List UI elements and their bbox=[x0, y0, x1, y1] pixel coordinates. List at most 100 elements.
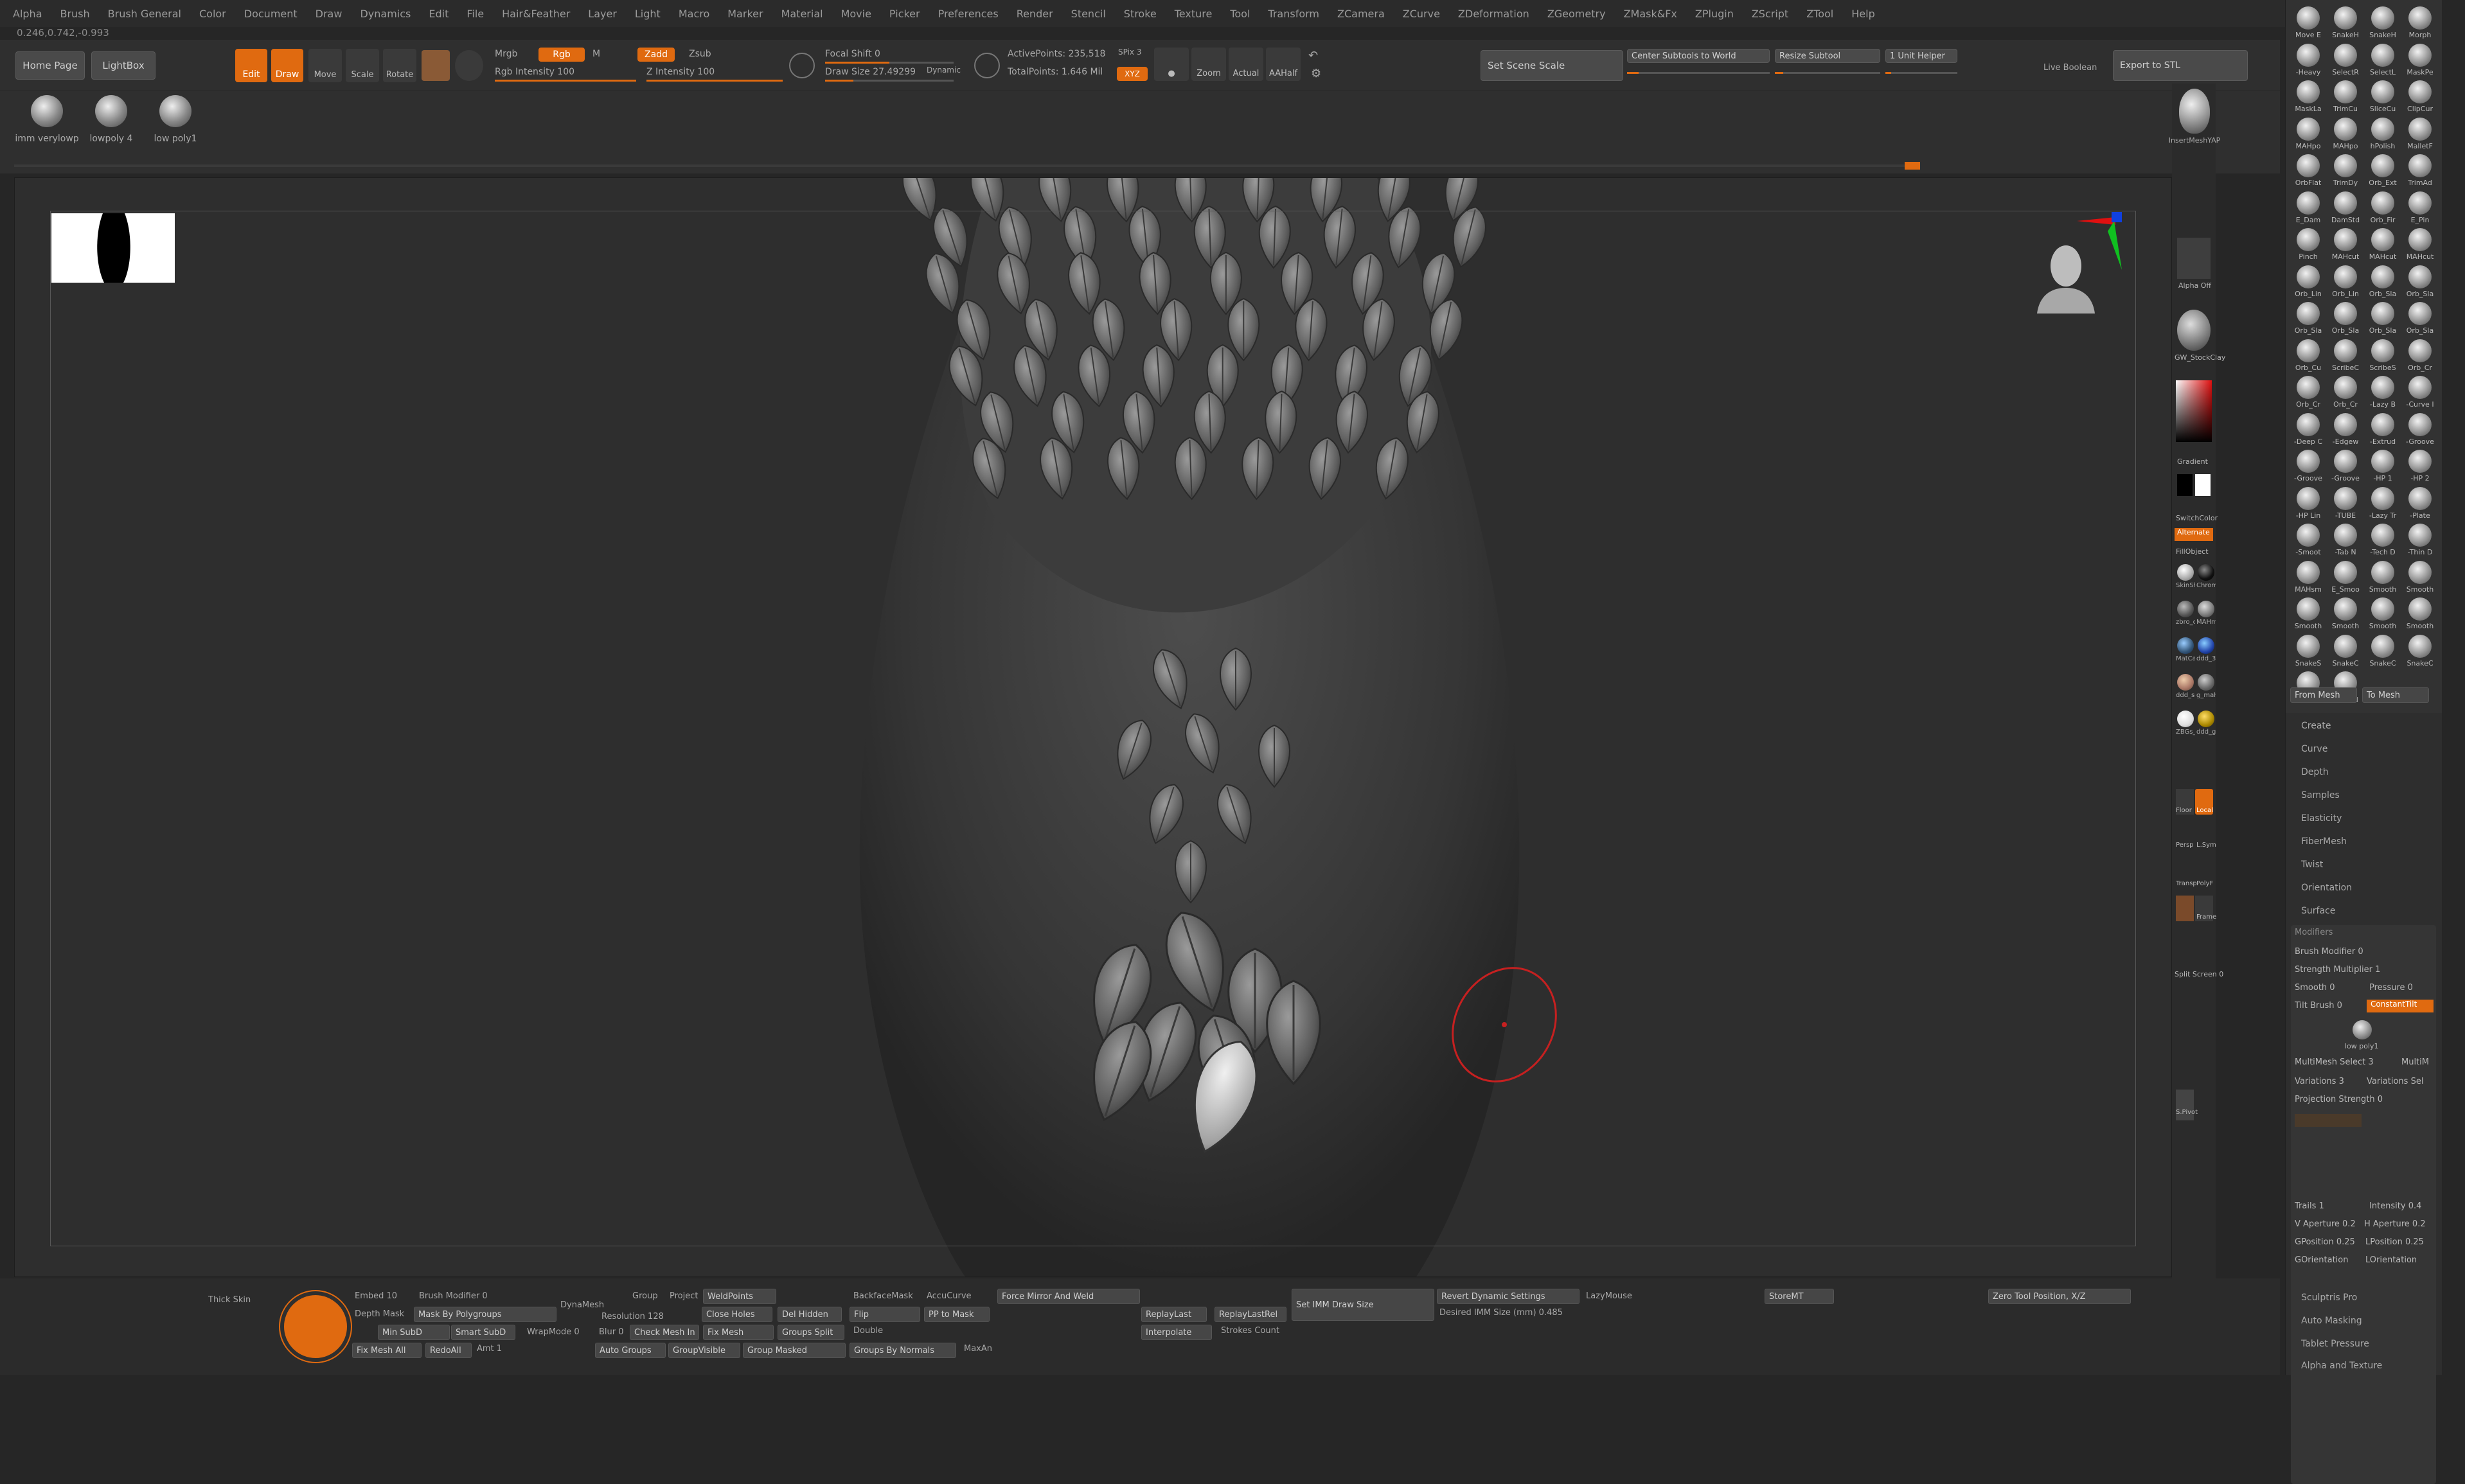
modifiers-header[interactable]: Modifiers bbox=[2295, 928, 2333, 937]
material-item[interactable]: MatCap bbox=[2176, 636, 2195, 672]
tilt-brush-slider[interactable]: Tilt Brush 0 bbox=[2295, 1001, 2342, 1011]
brush-item[interactable]: MAHpo bbox=[2327, 117, 2364, 154]
subtool-item[interactable]: lowpoly 4 bbox=[76, 95, 147, 159]
brush-item[interactable]: -Groove bbox=[2401, 412, 2439, 450]
menu-item[interactable]: Picker bbox=[889, 8, 920, 20]
scale-button[interactable]: Scale bbox=[346, 49, 379, 82]
brush-item[interactable]: -HP 1 bbox=[2364, 450, 2401, 486]
projection-strength-slider[interactable]: Projection Strength 0 bbox=[2295, 1095, 2383, 1104]
constant-tilt-toggle[interactable]: ConstantTilt bbox=[2367, 1000, 2434, 1012]
groups-split-button[interactable]: Groups Split bbox=[778, 1325, 844, 1340]
menu-item[interactable]: Movie bbox=[841, 8, 871, 20]
move-button[interactable]: Move bbox=[308, 49, 342, 82]
brush-item[interactable]: SelectR bbox=[2327, 43, 2364, 80]
variations-sel-toggle[interactable]: Variations Sel bbox=[2367, 1077, 2423, 1086]
depth-mask-toggle[interactable]: Depth Mask bbox=[355, 1309, 404, 1319]
brush-item[interactable]: -HP Lin bbox=[2290, 486, 2327, 524]
trails-slider[interactable]: Trails 1 bbox=[2295, 1201, 2324, 1211]
mrgb-toggle[interactable]: Mrgb bbox=[495, 49, 517, 59]
unit-helper-button[interactable]: 1 Unit Helper bbox=[1885, 49, 1957, 63]
to-mesh-button[interactable]: To Mesh bbox=[2362, 687, 2429, 703]
menu-item[interactable]: Render bbox=[1017, 8, 1053, 20]
fill-object-button[interactable]: FillObject bbox=[2176, 547, 2209, 556]
redo-all-button[interactable]: RedoAll bbox=[425, 1343, 472, 1358]
multimesh-select-slider[interactable]: MultiMesh Select 3 bbox=[2295, 1057, 2374, 1067]
set-scene-scale-button[interactable]: Set Scene Scale bbox=[1481, 50, 1623, 81]
brush-item[interactable]: SliceCu bbox=[2364, 80, 2401, 117]
center-subtools-button[interactable]: Center Subtools to World bbox=[1627, 49, 1770, 63]
export-stl-button[interactable]: Export to STL bbox=[2113, 50, 2248, 81]
menu-item[interactable]: Help bbox=[1851, 8, 1874, 20]
draw-button[interactable]: Draw bbox=[271, 49, 303, 82]
dynamesh-button[interactable]: DynaMesh bbox=[560, 1300, 604, 1310]
texture-swatch-icon[interactable] bbox=[455, 50, 483, 81]
zero-tool-position-button[interactable]: Zero Tool Position, X/Z bbox=[1988, 1289, 2131, 1304]
fix-mesh-button[interactable]: Fix Mesh bbox=[703, 1325, 774, 1340]
double-toggle[interactable]: Double bbox=[853, 1326, 883, 1336]
menu-item[interactable]: ZCurve bbox=[1403, 8, 1440, 20]
flip-button[interactable]: Flip bbox=[850, 1307, 920, 1322]
brush-item[interactable]: Orb_Lin bbox=[2290, 265, 2327, 302]
fibermesh-subpalette[interactable]: FiberMesh bbox=[2301, 836, 2347, 847]
alpha-button[interactable] bbox=[2177, 238, 2211, 279]
brush-item[interactable]: -HP 2 bbox=[2401, 450, 2439, 486]
del-hidden-button[interactable]: Del Hidden bbox=[778, 1307, 842, 1322]
zsub-toggle[interactable]: Zsub bbox=[689, 49, 711, 59]
brush-item[interactable]: Orb_Cr bbox=[2401, 339, 2439, 376]
brush-item[interactable]: Pinch bbox=[2290, 228, 2327, 265]
pressure-slider[interactable]: Pressure 0 bbox=[2369, 983, 2413, 993]
elasticity-subpalette[interactable]: Elasticity bbox=[2301, 813, 2342, 824]
menu-item[interactable]: Alpha bbox=[13, 8, 42, 20]
create-subpalette[interactable]: Create bbox=[2301, 721, 2331, 731]
secondary-color-swatch[interactable] bbox=[2195, 474, 2211, 496]
desired-imm-size-slider[interactable]: Desired IMM Size (mm) 0.485 bbox=[1439, 1308, 1563, 1318]
menu-item[interactable]: Document bbox=[244, 8, 298, 20]
brush-item[interactable]: Orb_Sla bbox=[2364, 265, 2401, 302]
groups-by-normals-button[interactable]: Groups By Normals bbox=[850, 1343, 956, 1358]
check-mesh-button[interactable]: Check Mesh In bbox=[630, 1325, 699, 1340]
menu-item[interactable]: Material bbox=[781, 8, 823, 20]
lsym-button[interactable]: L.Sym bbox=[2196, 842, 2216, 849]
replay-last-button[interactable]: ReplayLast bbox=[1141, 1307, 1207, 1322]
menu-item[interactable]: ZTool bbox=[1806, 8, 1833, 20]
redo-icon[interactable]: ⚙ bbox=[1311, 67, 1321, 80]
brush-item[interactable]: TrimAd bbox=[2401, 154, 2439, 191]
smooth-slider[interactable]: Smooth 0 bbox=[2295, 983, 2335, 993]
gorientation-slider[interactable]: GOrientation bbox=[2295, 1255, 2348, 1265]
brush-item[interactable]: MalletF bbox=[2401, 117, 2439, 154]
alternate-button[interactable]: Alternate bbox=[2175, 528, 2213, 541]
bpr-button[interactable]: ● bbox=[1154, 48, 1189, 81]
edit-button[interactable]: Edit bbox=[235, 49, 267, 82]
material-item[interactable]: ddd_3d bbox=[2196, 636, 2216, 672]
brush-item[interactable]: -Plate bbox=[2401, 486, 2439, 524]
material-item[interactable]: zbro_cl bbox=[2176, 599, 2195, 635]
brush-item[interactable]: -Extrud bbox=[2364, 412, 2401, 450]
dynamic-toggle[interactable]: Dynamic bbox=[927, 66, 961, 75]
axis-gizmo-icon[interactable] bbox=[2077, 212, 2128, 276]
backface-mask-toggle[interactable]: BackfaceMask bbox=[853, 1291, 913, 1301]
home-page-button[interactable]: Home Page bbox=[15, 51, 85, 80]
transp-button[interactable]: Transp bbox=[2176, 880, 2197, 887]
menu-item[interactable]: Dynamics bbox=[360, 8, 411, 20]
multim-toggle[interactable]: MultiM bbox=[2401, 1057, 2429, 1067]
menu-item[interactable]: ZPlugin bbox=[1695, 8, 1734, 20]
brush-item[interactable]: MAHsm bbox=[2290, 560, 2327, 597]
brush-item[interactable]: -Curve I bbox=[2401, 376, 2439, 412]
orientation-subpalette[interactable]: Orientation bbox=[2301, 883, 2352, 893]
material-button[interactable] bbox=[2177, 310, 2211, 351]
brush-item[interactable]: Smooth bbox=[2364, 597, 2401, 634]
material-item[interactable]: g_mah bbox=[2196, 673, 2216, 709]
group-visible-button[interactable]: GroupVisible bbox=[668, 1343, 740, 1358]
menu-item[interactable]: ZCamera bbox=[1337, 8, 1385, 20]
brush-item[interactable]: E_Pin bbox=[2401, 191, 2439, 228]
brush-item[interactable]: Orb_Sla bbox=[2401, 302, 2439, 339]
material-item[interactable]: ZBGs_s bbox=[2176, 709, 2195, 745]
timeline-track[interactable] bbox=[14, 164, 1916, 167]
subtool-item[interactable]: imm verylowp bbox=[12, 95, 82, 159]
brush-item[interactable]: -Tech D bbox=[2364, 524, 2401, 560]
menu-item[interactable]: ZMask&Fx bbox=[1624, 8, 1677, 20]
auto-groups-button[interactable]: Auto Groups bbox=[595, 1343, 666, 1358]
menu-item[interactable]: ZGeometry bbox=[1547, 8, 1606, 20]
brush-item[interactable]: Orb_Lin bbox=[2327, 265, 2364, 302]
brush-item[interactable]: MAHpo bbox=[2290, 117, 2327, 154]
